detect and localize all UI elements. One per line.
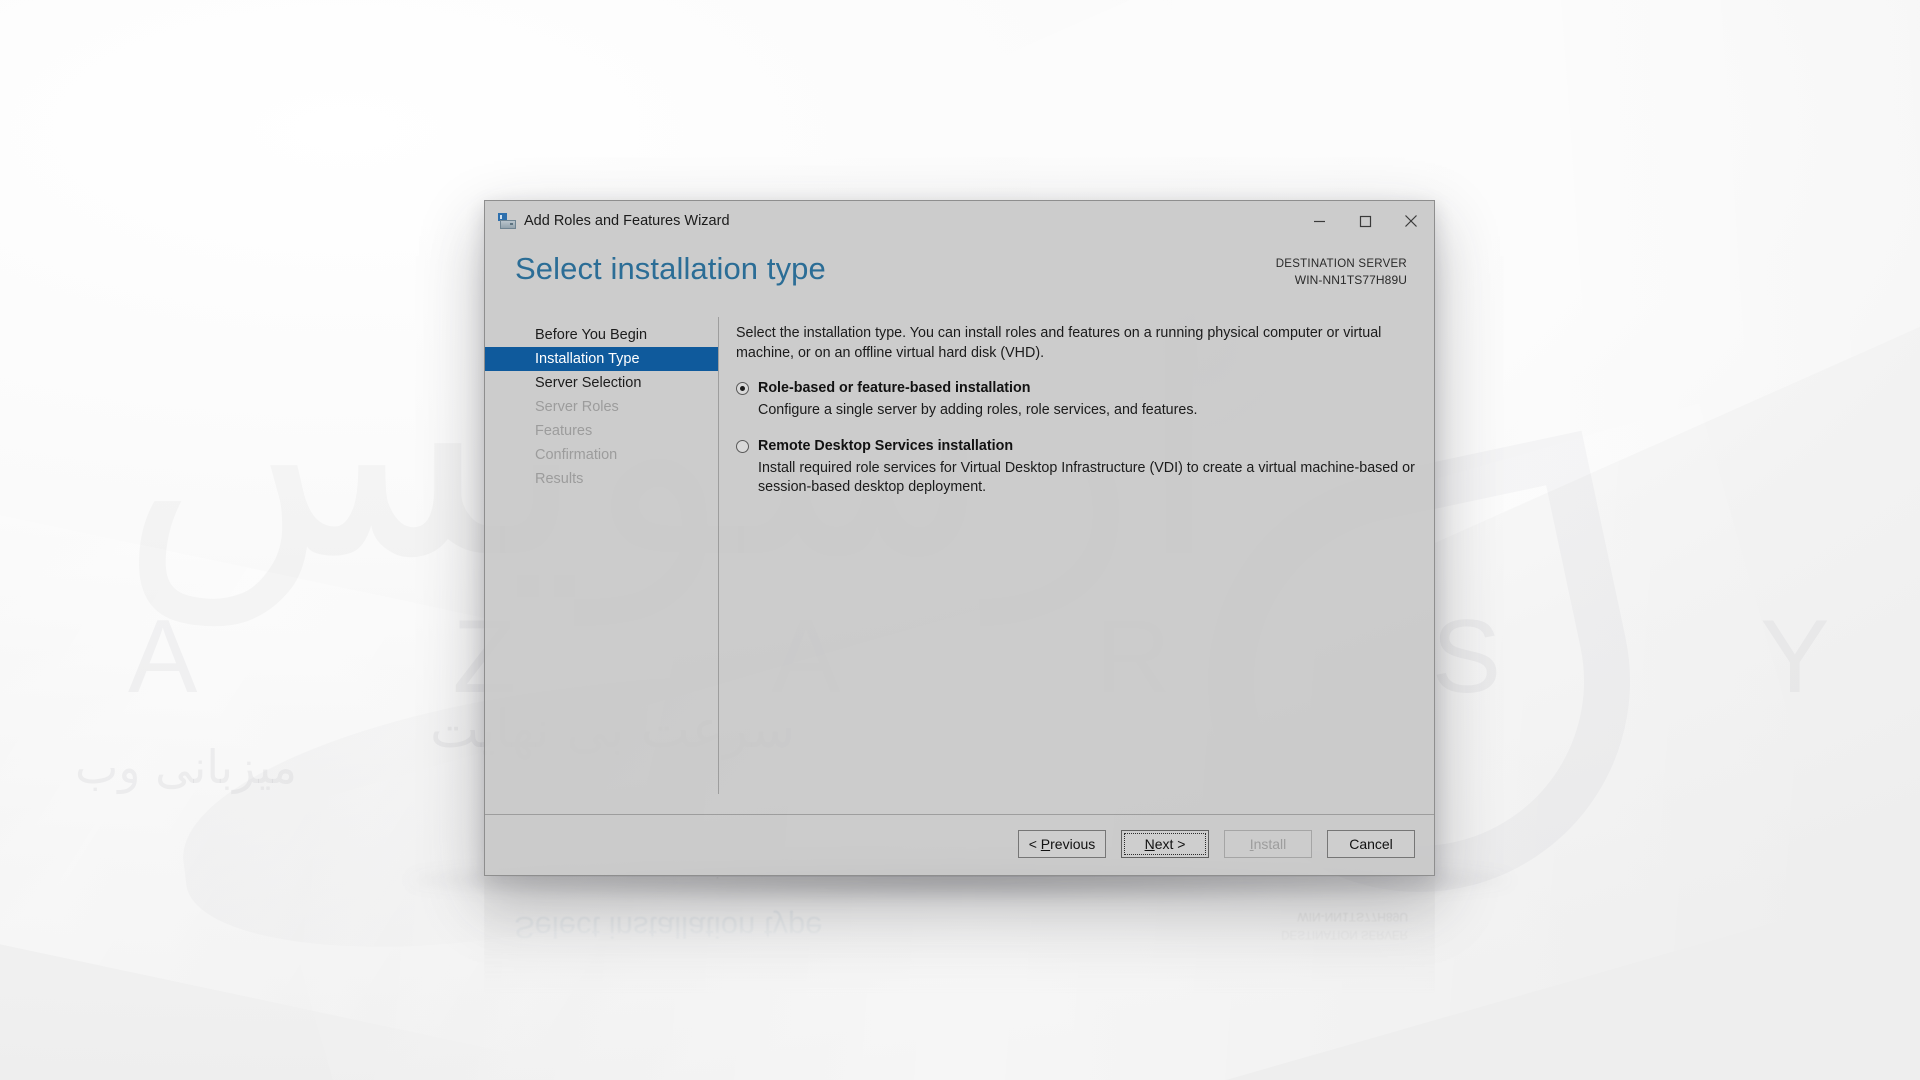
option-description-role-based: Configure a single server by adding role… [758,402,1198,418]
option-title-remote-desktop: Remote Desktop Services installation [758,437,1014,454]
maximize-icon[interactable] [1342,201,1388,241]
radio-role-based-installation[interactable] [736,382,749,395]
cancel-button[interactable]: Cancel [1327,830,1415,858]
window-body: Before You Begin Installation Type Serve… [485,317,1434,814]
watermark-persian-sub: میزبانی وب [75,740,298,794]
window-title: Add Roles and Features Wizard [524,213,730,229]
header-band: Select installation type DESTINATION SER… [485,241,1434,317]
footer-separator [485,814,1434,815]
sidebar-item-before-you-begin[interactable]: Before You Begin [485,323,718,347]
footer-button-group: < Previous Next > Install Cancel [1018,830,1415,858]
sidebar-item-server-roles: Server Roles [535,399,619,415]
sidebar-item-installation-type[interactable]: Installation Type [485,347,718,371]
intro-paragraph: Select the installation type. You can in… [736,325,1382,361]
installation-option-remote-desktop[interactable]: Remote Desktop Services installation Ins… [736,437,1416,498]
minimize-icon[interactable] [1296,201,1342,241]
destination-server-label: DESTINATION SERVER [1275,258,1407,270]
sidebar-item-results: Results [535,471,584,487]
option-title-role-based: Role-based or feature-based installation [758,380,1031,396]
radio-remote-desktop-services-installation[interactable] [736,439,749,453]
cancel-button-label: Cancel [1349,836,1393,852]
install-button: Install [1224,830,1312,858]
previous-button[interactable]: < Previous [1018,830,1106,858]
add-roles-and-features-wizard-window: Add Roles and Features Wizard Select ins… [484,200,1435,876]
wizard-navigation: Before You Begin Installation Type Serve… [485,323,718,491]
option-description-remote-desktop: Install required role services for Virtu… [758,459,1415,496]
previous-button-label: < Previous [1028,836,1096,852]
sidebar-item-features: Features [535,423,593,439]
destination-server-info: DESTINATION SERVER WIN-NN1TS77H89U [1276,256,1407,288]
next-button[interactable]: Next > [1121,830,1209,858]
window-footer: < Previous Next > Install Cancel [485,814,1434,875]
sidebar-item-server-selection[interactable]: Server Selection [485,371,718,395]
sidebar-divider [718,317,719,794]
page-title: Select installation type [515,251,826,286]
close-icon[interactable] [1388,201,1434,241]
sidebar-item-confirmation: Confirmation [535,447,618,463]
content-pane: Select the installation type. You can in… [736,317,1416,498]
window-controls [1296,201,1434,241]
destination-server-name: WIN-NN1TS77H89U [1294,273,1407,287]
title-bar: Add Roles and Features Wizard [485,201,1434,241]
server-rack-icon [498,212,516,230]
next-button-label: Next > [1144,836,1186,852]
install-button-label: Install [1249,836,1287,852]
installation-option-role-based[interactable]: Role-based or feature-based installation… [736,379,1416,421]
